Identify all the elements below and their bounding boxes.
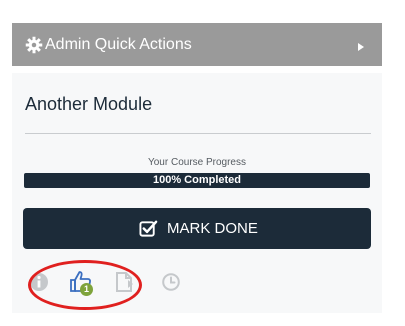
clock-icon[interactable] <box>162 273 180 291</box>
progress-bar: 100% Completed <box>24 173 370 188</box>
gear-icon <box>25 36 43 54</box>
module-title: Another Module <box>25 94 153 114</box>
admin-bar-title: Admin Quick Actions <box>45 36 192 53</box>
mark-done-button[interactable]: MARK DONE <box>23 208 371 249</box>
divider <box>25 133 371 134</box>
admin-quick-actions-bar[interactable]: Admin Quick Actions <box>12 23 382 66</box>
mark-done-label: MARK DONE <box>167 220 258 237</box>
chevron-right-icon[interactable] <box>357 42 365 52</box>
highlight-annotation <box>28 260 142 310</box>
checkbox-icon <box>139 220 158 237</box>
progress-label: Your Course Progress <box>147 157 246 168</box>
progress-status-text: 100% Completed <box>152 174 242 186</box>
